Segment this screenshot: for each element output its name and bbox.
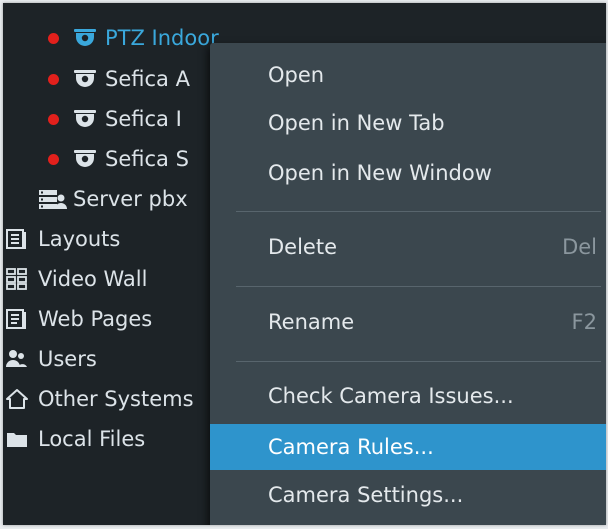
camera-label: Sefica A (105, 67, 190, 91)
menu-item-label: Camera Settings... (268, 483, 464, 507)
video-wall-icon (6, 268, 28, 290)
context-menu: Open Open in New Tab Open in New Window … (210, 43, 606, 525)
server-icon (39, 188, 67, 210)
web-pages-label: Web Pages (38, 307, 153, 331)
users-icon (6, 348, 28, 370)
camera-label: Sefica S (105, 147, 189, 171)
tree-item-camera[interactable]: Sefica A (48, 59, 190, 99)
folder-icon (6, 428, 28, 450)
menu-separator (236, 211, 601, 212)
dome-camera-icon (73, 148, 97, 170)
tree-item-other-systems[interactable]: Other Systems (6, 379, 194, 419)
menu-item-open-in-new-window[interactable]: Open in New Window (210, 153, 606, 193)
menu-item-camera-settings[interactable]: Camera Settings... (210, 475, 606, 515)
menu-separator (236, 361, 601, 362)
resource-tree-panel: PTZ Indoor Sefica A Sefica I Sefica S Se… (3, 3, 606, 525)
local-files-label: Local Files (38, 427, 146, 451)
layouts-icon (6, 228, 28, 250)
dome-camera-icon (73, 68, 97, 90)
menu-item-label: Rename (268, 310, 355, 334)
server-label: Server pbx (73, 187, 188, 211)
status-dot-icon (48, 32, 59, 44)
tree-item-web-pages[interactable]: Web Pages (6, 299, 152, 339)
tree-item-video-wall[interactable]: Video Wall (6, 259, 147, 299)
video-wall-label: Video Wall (38, 267, 148, 291)
menu-item-label: Camera Rules... (268, 435, 434, 459)
menu-item-open[interactable]: Open (210, 55, 606, 95)
camera-label: Sefica I (105, 107, 182, 131)
tree-item-users[interactable]: Users (6, 339, 97, 379)
tree-item-camera[interactable]: Sefica S (48, 139, 189, 179)
users-label: Users (38, 347, 97, 371)
dome-camera-icon (73, 27, 97, 49)
menu-item-shortcut: F2 (571, 310, 597, 334)
menu-item-check-camera-issues[interactable]: Check Camera Issues... (210, 376, 606, 416)
menu-item-delete[interactable]: Delete Del (210, 227, 606, 267)
menu-item-shortcut: Del (562, 235, 597, 259)
menu-item-rename[interactable]: Rename F2 (210, 302, 606, 342)
menu-item-label: Delete (268, 235, 337, 259)
menu-item-camera-rules[interactable]: Camera Rules... (210, 424, 606, 470)
menu-item-label: Open in New Window (268, 161, 492, 185)
web-pages-icon (6, 308, 28, 330)
status-dot-icon (48, 73, 59, 85)
tree-item-camera[interactable]: Sefica I (48, 99, 182, 139)
menu-item-open-in-new-tab[interactable]: Open in New Tab (210, 103, 606, 143)
status-dot-icon (48, 113, 59, 125)
tree-item-server[interactable]: Server pbx (39, 179, 188, 219)
tree-item-camera-ptz-indoor[interactable]: PTZ Indoor (48, 18, 219, 58)
tree-item-local-files[interactable]: Local Files (6, 419, 145, 459)
other-systems-icon (6, 388, 28, 410)
menu-item-label: Open (268, 63, 325, 87)
dome-camera-icon (73, 108, 97, 130)
other-systems-label: Other Systems (38, 387, 194, 411)
tree-item-layouts[interactable]: Layouts (6, 219, 120, 259)
layouts-label: Layouts (38, 227, 121, 251)
camera-label: PTZ Indoor (105, 26, 219, 50)
menu-item-label: Check Camera Issues... (268, 384, 514, 408)
menu-separator (236, 286, 601, 287)
status-dot-icon (48, 153, 59, 165)
menu-item-label: Open in New Tab (268, 111, 445, 135)
